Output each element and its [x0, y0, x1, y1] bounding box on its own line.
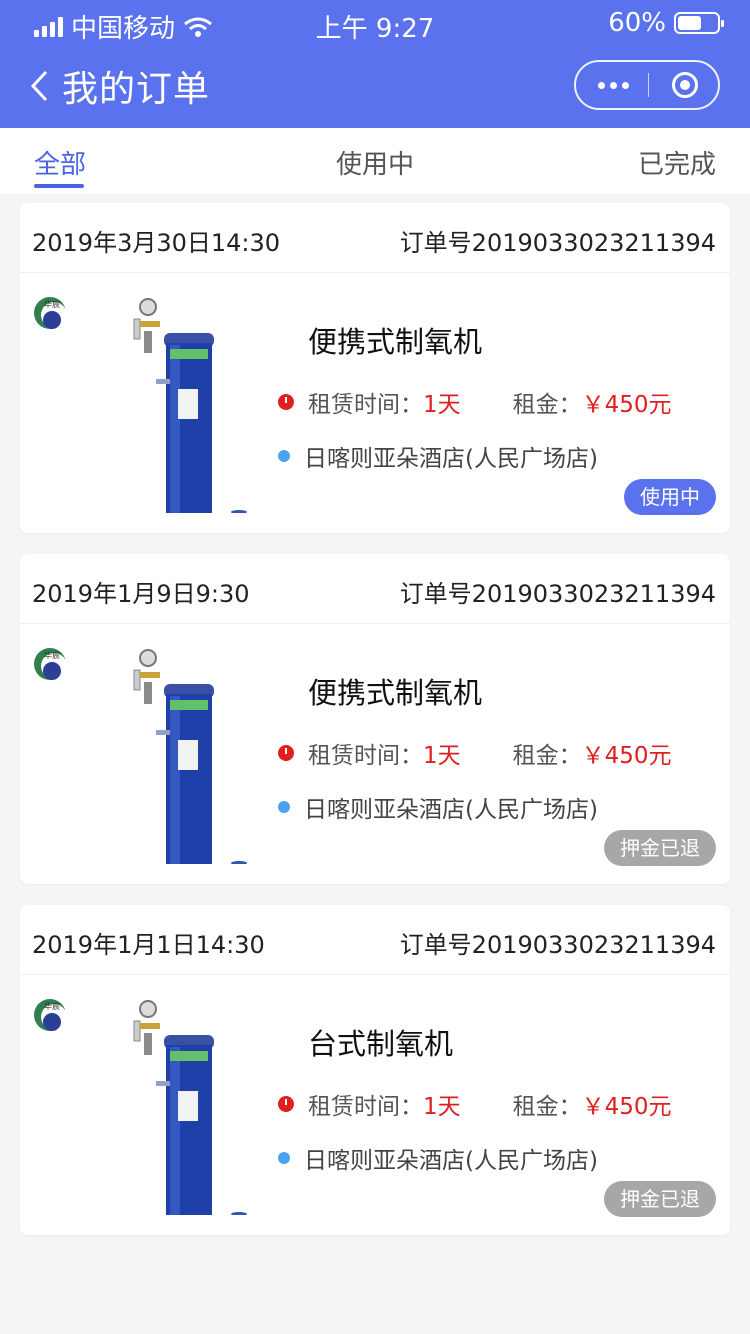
store-location: 日喀则亚朵酒店(人民广场店) — [304, 446, 598, 472]
rent-label: 租金： — [512, 392, 582, 418]
status-bar: 中国移动 上午 9:27 60% — [0, 0, 750, 46]
order-number: 订单号2019033023211394 — [399, 580, 716, 608]
order-number: 订单号2019033023211394 — [399, 229, 716, 257]
order-card-header: 2019年1月1日14:30 订单号2019033023211394 — [20, 905, 730, 975]
order-card[interactable]: 2019年1月1日14:30 订单号2019033023211394 华宸 台式… — [20, 905, 730, 1235]
battery-icon — [674, 12, 724, 34]
order-date: 2019年1月1日14:30 — [32, 931, 265, 959]
clock-icon — [278, 1096, 294, 1112]
brand-logo-text: 华宸 — [44, 299, 60, 309]
rent-time-label: 租赁时间： — [308, 743, 423, 769]
more-icon[interactable] — [598, 82, 629, 89]
rental-info-row: 租赁时间： 1天 租金： ￥450元 — [278, 385, 672, 419]
capsule-divider — [648, 73, 649, 97]
order-number: 订单号2019033023211394 — [399, 931, 716, 959]
rent-time-label: 租赁时间： — [308, 392, 423, 418]
order-card[interactable]: 2019年1月9日9:30 订单号2019033023211394 华宸 便携式… — [20, 554, 730, 884]
tab-completed[interactable]: 已完成 — [638, 144, 716, 181]
store-location: 日喀则亚朵酒店(人民广场店) — [304, 1148, 598, 1174]
rental-info-row: 租赁时间： 1天 租金： ￥450元 — [278, 1087, 672, 1121]
oxygen-cylinder-image: 华宸 — [34, 297, 247, 513]
brand-logo-text: 华宸 — [44, 1001, 60, 1011]
battery-label: 60% — [608, 8, 666, 38]
rent-time-value: 1天 — [423, 743, 461, 769]
location-row: 日喀则亚朵酒店(人民广场店) — [278, 790, 598, 824]
order-card-header: 2019年1月9日9:30 订单号2019033023211394 — [20, 554, 730, 624]
oxygen-cylinder-image: 华宸 — [34, 648, 247, 864]
order-date: 2019年1月9日9:30 — [32, 580, 250, 608]
product-name: 便携式制氧机 — [308, 325, 483, 359]
order-date: 2019年3月30日14:30 — [32, 229, 281, 257]
clock-icon — [278, 745, 294, 761]
location-row: 日喀则亚朵酒店(人民广场店) — [278, 1141, 598, 1175]
store-location: 日喀则亚朵酒店(人民广场店) — [304, 797, 598, 823]
rental-info-row: 租赁时间： 1天 租金： ￥450元 — [278, 736, 672, 770]
active-tab-indicator — [34, 184, 84, 188]
mini-program-capsule — [574, 60, 720, 110]
rent-time-value: 1天 — [423, 392, 461, 418]
rent-time-value: 1天 — [423, 1094, 461, 1120]
rent-label: 租金： — [512, 743, 582, 769]
order-tabs: 全部 使用中 已完成 — [0, 128, 750, 194]
battery-fill — [678, 16, 701, 30]
order-card-header: 2019年3月30日14:30 订单号2019033023211394 — [20, 203, 730, 273]
status-badge[interactable]: 使用中 — [624, 479, 716, 515]
rent-label: 租金： — [512, 1094, 582, 1120]
tab-in-use[interactable]: 使用中 — [336, 144, 414, 181]
close-target-icon[interactable] — [672, 72, 698, 98]
back-arrow-icon[interactable] — [28, 68, 52, 104]
product-name: 便携式制氧机 — [308, 676, 483, 710]
location-row: 日喀则亚朵酒店(人民广场店) — [278, 439, 598, 473]
tab-all[interactable]: 全部 — [34, 144, 86, 181]
app-header: 中国移动 上午 9:27 60% 我的订单 — [0, 0, 750, 128]
rent-value: ￥450元 — [581, 1094, 672, 1120]
clock-icon — [278, 394, 294, 410]
location-dot-icon — [278, 801, 290, 813]
page-title: 我的订单 — [62, 69, 211, 110]
oxygen-cylinder-image: 华宸 — [34, 999, 247, 1215]
rent-value: ￥450元 — [581, 743, 672, 769]
status-badge[interactable]: 押金已退 — [604, 1181, 716, 1217]
nav-bar: 我的订单 — [0, 46, 750, 128]
rent-time-label: 租赁时间： — [308, 1094, 423, 1120]
brand-logo-text: 华宸 — [44, 650, 60, 660]
rent-value: ￥450元 — [581, 392, 672, 418]
status-badge[interactable]: 押金已退 — [604, 830, 716, 866]
product-name: 台式制氧机 — [308, 1027, 454, 1061]
location-dot-icon — [278, 1152, 290, 1164]
location-dot-icon — [278, 450, 290, 462]
order-card[interactable]: 2019年3月30日14:30 订单号2019033023211394 华宸 便… — [20, 203, 730, 533]
